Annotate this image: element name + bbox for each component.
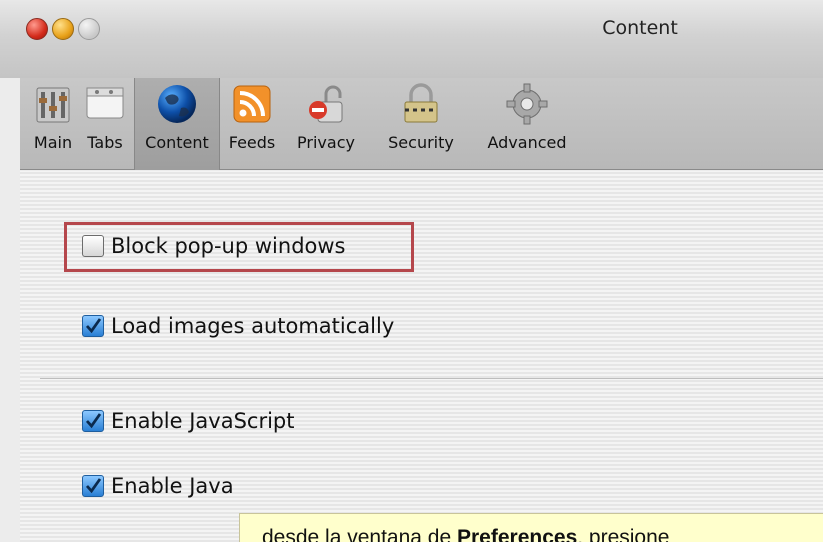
enable-java-option[interactable]: Enable Java — [82, 474, 234, 498]
caption-text-bold: Preferences — [457, 526, 578, 542]
caption-text-after: , presione — [577, 526, 670, 542]
globe-icon — [155, 82, 199, 126]
load-images-checkbox[interactable] — [82, 315, 104, 337]
toolbar-item-label: Main — [33, 133, 73, 152]
privacy-lock-icon — [304, 82, 348, 126]
enable-javascript-checkbox[interactable] — [82, 410, 104, 432]
caption-text-before: desde la ventana de — [262, 526, 457, 542]
window-title: Content — [602, 17, 678, 39]
checkmark-icon — [85, 413, 102, 429]
enable-javascript-option[interactable]: Enable JavaScript — [82, 409, 294, 433]
toolbar-item-privacy[interactable]: Privacy — [282, 78, 370, 170]
toolbar-item-feeds[interactable]: Feeds — [224, 78, 280, 170]
enable-java-label: Enable Java — [111, 474, 234, 498]
toolbar-item-label: Security — [388, 133, 454, 152]
toolbar-item-label: Tabs — [87, 133, 123, 152]
security-padlock-icon — [399, 82, 443, 126]
checkmark-icon — [85, 318, 102, 334]
zoom-window-button[interactable] — [78, 18, 100, 40]
load-images-option[interactable]: Load images automatically — [82, 314, 394, 338]
block-popups-checkbox[interactable] — [82, 235, 104, 257]
section-divider — [40, 378, 823, 379]
preferences-window: Content Main Tabs Content Feeds Privacy … — [0, 0, 823, 542]
block-popups-label: Block pop-up windows — [111, 234, 346, 258]
toolbar-item-content[interactable]: Content — [134, 78, 220, 170]
tabs-icon — [83, 82, 127, 126]
toolbar-item-label: Feeds — [228, 133, 276, 152]
toolbar-item-label: Privacy — [297, 133, 355, 152]
toolbar-item-security[interactable]: Security — [372, 78, 470, 170]
enable-javascript-label: Enable JavaScript — [111, 409, 295, 433]
main-prefs-icon — [31, 82, 75, 126]
block-popups-option[interactable]: Block pop-up windows — [82, 234, 346, 258]
caption-tooltip: desde la ventana de Preferences, presion… — [239, 513, 823, 542]
close-window-button[interactable] — [26, 18, 48, 40]
load-images-label: Load images automatically — [111, 314, 395, 338]
enable-java-checkbox[interactable] — [82, 475, 104, 497]
toolbar-item-tabs[interactable]: Tabs — [80, 78, 130, 170]
toolbar-item-label: Content — [145, 133, 209, 152]
rss-feed-icon — [230, 82, 274, 126]
preferences-toolbar: Main Tabs Content Feeds Privacy Security… — [20, 78, 823, 170]
toolbar-item-advanced[interactable]: Advanced — [472, 78, 582, 170]
toolbar-item-main[interactable]: Main — [28, 78, 78, 170]
title-bar: Content — [0, 0, 823, 78]
minimize-window-button[interactable] — [52, 18, 74, 40]
toolbar-item-label: Advanced — [487, 133, 567, 152]
gear-icon — [505, 82, 549, 126]
checkmark-icon — [85, 478, 102, 494]
